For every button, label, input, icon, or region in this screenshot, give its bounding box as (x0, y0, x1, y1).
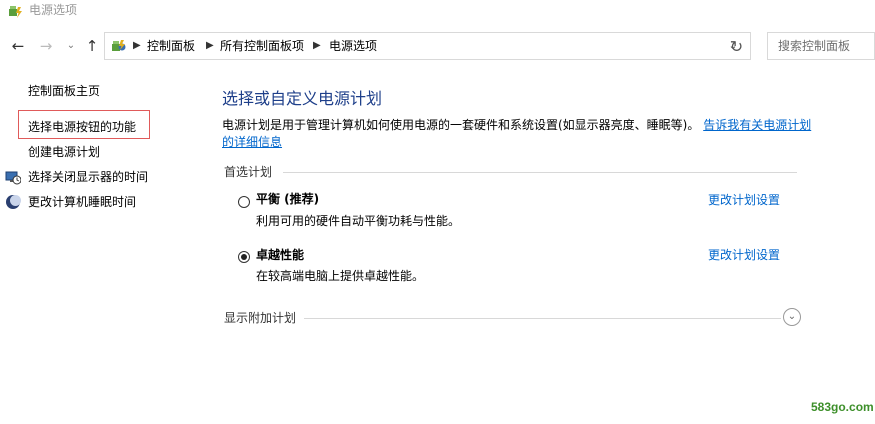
preferred-plans-label: 首选计划 (224, 165, 273, 179)
power-options-icon (7, 3, 23, 19)
refresh-icon: ↻ (729, 37, 744, 56)
title-bar: 电源选项 (0, 0, 875, 26)
plan-balanced-change-link[interactable]: 更改计划设置 (708, 192, 780, 208)
back-button[interactable]: ← (9, 37, 27, 55)
sidebar-item-power-button[interactable]: 选择电源按钮的功能 (28, 119, 136, 135)
divider (283, 172, 797, 173)
description: 电源计划是用于管理计算机如何使用电源的一套硬件和系统设置(如显示器亮度、睡眠等)… (222, 117, 812, 151)
breadcrumb-all-items[interactable]: 所有控制面板项 (220, 38, 304, 54)
divider (304, 318, 781, 319)
chevron-down-icon[interactable]: ⌄ (783, 308, 801, 326)
sidebar-item-create-plan[interactable]: 创建电源计划 (28, 144, 100, 160)
page-title: 选择或自定义电源计划 (222, 89, 383, 108)
sidebar-item-control-panel-home[interactable]: 控制面板主页 (28, 83, 100, 99)
breadcrumb-separator[interactable]: ▶ (313, 38, 321, 54)
forward-button[interactable]: → (37, 37, 55, 55)
plan-balanced-desc: 利用可用的硬件自动平衡功耗与性能。 (256, 214, 461, 228)
plan-ultimate-desc: 在较高端电脑上提供卓越性能。 (256, 269, 425, 283)
plan-ultimate-radio[interactable] (238, 251, 250, 263)
monitor-clock-icon (5, 169, 22, 185)
window-title: 电源选项 (29, 3, 78, 17)
address-bar[interactable]: ▶ 控制面板 ▶ 所有控制面板项 ▶ 电源选项 ⌄ (104, 32, 751, 60)
sidebar-item-display-off-time[interactable]: 选择关闭显示器的时间 (28, 169, 148, 185)
sidebar-item-sleep-time[interactable]: 更改计算机睡眠时间 (28, 194, 136, 210)
recent-locations-button[interactable]: ⌄ (62, 37, 80, 55)
breadcrumb-separator[interactable]: ▶ (206, 38, 214, 54)
breadcrumb-control-panel[interactable]: 控制面板 (147, 38, 195, 54)
breadcrumb-separator[interactable]: ▶ (133, 38, 141, 54)
plan-balanced-name[interactable]: 平衡 (推荐) (256, 191, 319, 207)
refresh-button[interactable]: ↻ (723, 32, 751, 60)
up-button[interactable]: ↑ (83, 37, 101, 55)
breadcrumb-power-options[interactable]: 电源选项 (329, 38, 377, 54)
show-additional-plans-label[interactable]: 显示附加计划 (224, 310, 296, 326)
description-text: 电源计划是用于管理计算机如何使用电源的一套硬件和系统设置(如显示器亮度、睡眠等)… (222, 118, 700, 132)
plan-balanced-radio[interactable] (238, 196, 250, 208)
search-input[interactable] (767, 32, 875, 60)
control-panel-icon (110, 38, 127, 54)
plan-ultimate-change-link[interactable]: 更改计划设置 (708, 247, 780, 263)
moon-icon (5, 194, 21, 210)
watermark: 583go.com (811, 400, 874, 414)
plan-ultimate-name[interactable]: 卓越性能 (256, 247, 304, 263)
